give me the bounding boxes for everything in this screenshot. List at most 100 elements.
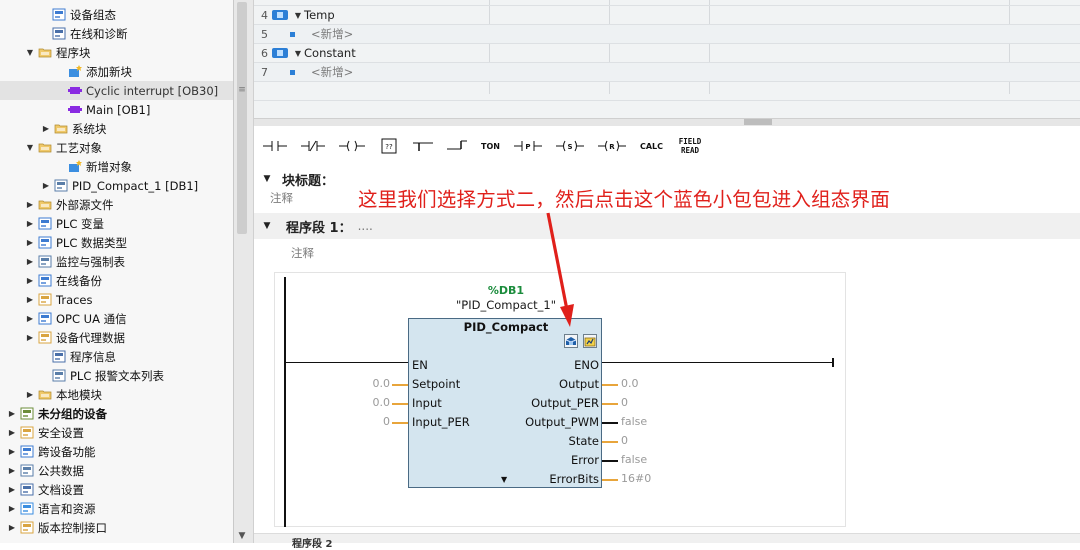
output-wire (602, 479, 618, 481)
tree-item[interactable]: ▶ PID_Compact_1 [DB1] (0, 176, 233, 195)
output-value[interactable]: 16#0 (621, 472, 651, 485)
block-comment[interactable]: 注释 (270, 190, 293, 206)
input-value[interactable]: 0 (383, 415, 390, 428)
tree-item[interactable]: ▶ 在线备份 (0, 271, 233, 290)
input-value[interactable]: 0.0 (373, 396, 391, 409)
collapse-arrow-icon[interactable]: ▼ (260, 221, 274, 231)
nc-contact-icon (301, 140, 325, 152)
add-new-placeholder[interactable]: <新增> (311, 26, 353, 42)
collapsed-arrow-icon[interactable]: ▶ (25, 200, 35, 209)
tree-item[interactable]: ▶ 安全设置 (0, 423, 233, 442)
lad-instruction-toolbar: ?? TON P S R CALC FIELD READ (254, 127, 1080, 165)
expand-pins-icon[interactable]: ▼ (501, 475, 507, 484)
output-value[interactable]: 0 (621, 396, 628, 409)
collapsed-arrow-icon[interactable]: ▶ (25, 219, 35, 228)
instance-db-name[interactable]: "PID_Compact_1" (430, 298, 582, 312)
tree-item[interactable]: ▶新增对象 (0, 157, 233, 176)
reset-coil-button[interactable]: R (595, 132, 629, 160)
output-value[interactable]: 0 (621, 434, 628, 447)
tree-item[interactable]: ▶在线和诊断 (0, 24, 233, 43)
fb-output-pin: Error (570, 453, 599, 467)
output-value[interactable]: 0.0 (621, 377, 639, 390)
tree-item[interactable]: ▶ 监控与强制表 (0, 252, 233, 271)
tree-item[interactable]: ▶ 版本控制接口 (0, 518, 233, 537)
output-value[interactable]: false (621, 453, 647, 466)
collapsed-arrow-icon[interactable]: ▶ (25, 257, 35, 266)
collapse-arrow-icon[interactable]: ▼ (260, 174, 274, 184)
tree-item[interactable]: ▶ 未分组的设备 (0, 404, 233, 423)
tree-item[interactable]: ▶ Traces (0, 290, 233, 309)
tree-item[interactable]: ▼ 工艺对象 (0, 138, 233, 157)
output-value[interactable]: false (621, 415, 647, 428)
tree-item[interactable]: ▶ 设备代理数据 (0, 328, 233, 347)
collapsed-arrow-icon[interactable]: ▶ (25, 314, 35, 323)
ungrouped-devices-icon (20, 407, 34, 420)
close-branch-button[interactable] (444, 132, 470, 160)
scroll-down-icon[interactable]: ▼ (236, 530, 248, 542)
block-title-label: 块标题： (282, 173, 335, 189)
tree-item[interactable]: ▶ 文档设置 (0, 480, 233, 499)
tree-item[interactable]: ▶Main [OB1] (0, 100, 233, 119)
collapsed-arrow-icon[interactable]: ▶ (25, 276, 35, 285)
collapsed-arrow-icon[interactable]: ▶ (41, 124, 51, 133)
table-row[interactable]: 5 <新增> (254, 25, 1080, 44)
pid-compact-block[interactable]: PID_Compact EN Setpoint Input Input_PER ENO O… (408, 318, 602, 488)
collapsed-arrow-icon[interactable]: ▶ (7, 504, 17, 513)
empty-box-button[interactable]: ?? (376, 132, 402, 160)
collapsed-arrow-icon[interactable]: ▶ (25, 333, 35, 342)
tree-item[interactable]: ▶程序信息 (0, 347, 233, 366)
p-edge-button[interactable]: P (511, 132, 545, 160)
collapsed-arrow-icon[interactable]: ▶ (7, 523, 17, 532)
tree-item[interactable]: ▶ 外部源文件 (0, 195, 233, 214)
collapsed-arrow-icon[interactable]: ▶ (25, 295, 35, 304)
expanded-arrow-icon[interactable]: ▼ (25, 143, 35, 152)
add-new-placeholder[interactable]: <新增> (311, 64, 353, 80)
tree-item[interactable]: ▶添加新块 (0, 62, 233, 81)
folder-icon (54, 122, 68, 135)
field-read-button[interactable]: FIELD READ (674, 132, 706, 160)
tree-item[interactable]: ▶ OPC UA 通信 (0, 309, 233, 328)
tree-item[interactable]: ▶ PLC 变量 (0, 214, 233, 233)
collapsed-arrow-icon[interactable]: ▶ (7, 447, 17, 456)
segment-title-placeholder[interactable]: .... (358, 219, 373, 233)
tree-scrollbar[interactable] (237, 2, 247, 234)
open-branch-button[interactable] (410, 132, 436, 160)
expanded-arrow-icon[interactable]: ▼ (292, 49, 304, 58)
tree-item[interactable]: ▶ PLC 数据类型 (0, 233, 233, 252)
tree-item[interactable]: ▶ 公共数据 (0, 461, 233, 480)
expanded-arrow-icon[interactable]: ▼ (25, 48, 35, 57)
collapsed-arrow-icon[interactable]: ▶ (7, 409, 17, 418)
expanded-arrow-icon[interactable]: ▼ (292, 11, 304, 20)
commissioning-icon[interactable] (583, 334, 597, 348)
collapsed-arrow-icon[interactable]: ▶ (7, 466, 17, 475)
no-contact-button[interactable] (260, 132, 290, 160)
tree-item[interactable]: ▶Cyclic interrupt [OB30] (0, 81, 233, 100)
eno-wire (602, 362, 834, 363)
set-coil-button[interactable]: S (553, 132, 587, 160)
table-row[interactable]: 4 ▼ Temp (254, 6, 1080, 25)
table-row[interactable]: 6 ▼ Constant (254, 44, 1080, 63)
tree-item[interactable]: ▶ 本地模块 (0, 385, 233, 404)
collapsed-arrow-icon[interactable]: ▶ (7, 428, 17, 437)
input-value[interactable]: 0.0 (373, 377, 391, 390)
tree-item[interactable]: ▶PLC 报警文本列表 (0, 366, 233, 385)
program-info-icon (52, 350, 66, 363)
tree-item[interactable]: ▶ 系统块 (0, 119, 233, 138)
segment-comment[interactable]: 注释 (291, 245, 314, 261)
collapsed-arrow-icon[interactable]: ▶ (25, 390, 35, 399)
output-wire (602, 403, 618, 405)
tree-item[interactable]: ▼ 程序块 (0, 43, 233, 62)
collapsed-arrow-icon[interactable]: ▶ (41, 181, 51, 190)
tree-item[interactable]: ▶设备组态 (0, 5, 233, 24)
nc-contact-button[interactable] (298, 132, 328, 160)
calc-button[interactable]: CALC (637, 132, 666, 160)
config-package-icon[interactable] (564, 334, 578, 348)
interface-splitter[interactable] (254, 118, 1080, 126)
table-row[interactable]: 7 <新增> (254, 63, 1080, 82)
collapsed-arrow-icon[interactable]: ▶ (25, 238, 35, 247)
tree-item[interactable]: ▶ 语言和资源 (0, 499, 233, 518)
collapsed-arrow-icon[interactable]: ▶ (7, 485, 17, 494)
coil-button[interactable] (336, 132, 368, 160)
ton-button[interactable]: TON (478, 132, 503, 160)
tree-item[interactable]: ▶ 跨设备功能 (0, 442, 233, 461)
